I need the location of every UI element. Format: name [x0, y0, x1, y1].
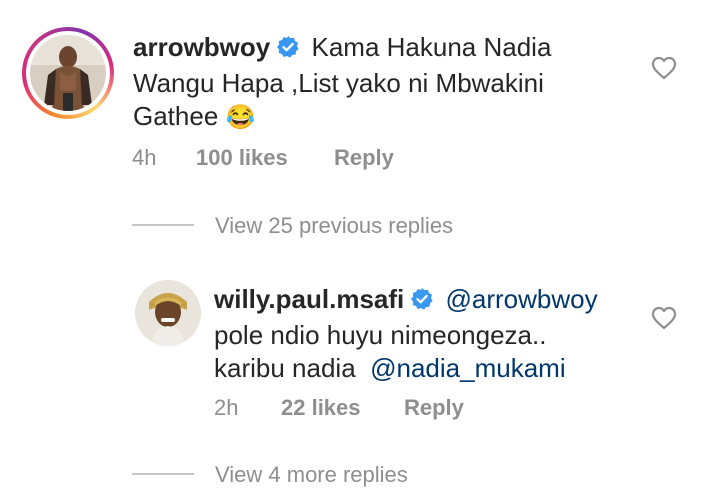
view-previous-replies-button[interactable]: View 25 previous replies [215, 213, 453, 239]
username[interactable]: arrowbwoy [133, 32, 270, 62]
comment-body-line: Wangu Hapa ,List yako ni Mbwakini [133, 68, 544, 98]
laughing-emoji: 😂 [225, 104, 256, 131]
verified-badge-icon [410, 286, 434, 319]
reply-button[interactable]: Reply [334, 145, 394, 171]
mention-link[interactable]: @arrowbwoy [445, 284, 597, 314]
username[interactable]: willy.paul.msafi [214, 284, 404, 314]
avatar[interactable] [135, 280, 201, 346]
comment-body-line: pole ndio huyu nimeongeza.. [214, 320, 547, 350]
mention-link[interactable]: @nadia_mukami [370, 353, 565, 383]
verified-badge-icon [276, 34, 300, 67]
heart-icon[interactable] [651, 306, 677, 330]
comment-text: willy.paul.msafi @arrowbwoy pole ndio hu… [214, 283, 654, 385]
story-ring-avatar[interactable] [22, 27, 114, 119]
comment-body-line: Gathee [133, 101, 219, 131]
divider [132, 224, 194, 226]
likes-count[interactable]: 100 likes [196, 145, 288, 171]
avatar [30, 35, 106, 111]
comment-time: 2h [214, 395, 239, 420]
reply-button[interactable]: Reply [404, 395, 464, 421]
comment-body-line: Kama Hakuna Nadia [311, 32, 552, 62]
comment-body-line: karibu nadia [214, 353, 356, 383]
heart-icon[interactable] [651, 56, 677, 80]
view-more-replies-button[interactable]: View 4 more replies [215, 462, 408, 488]
comment-time: 4h [132, 145, 157, 170]
divider [132, 473, 194, 475]
likes-count[interactable]: 22 likes [281, 395, 361, 421]
comment-text: arrowbwoy Kama Hakuna Nadia Wangu Hapa ,… [133, 31, 633, 134]
